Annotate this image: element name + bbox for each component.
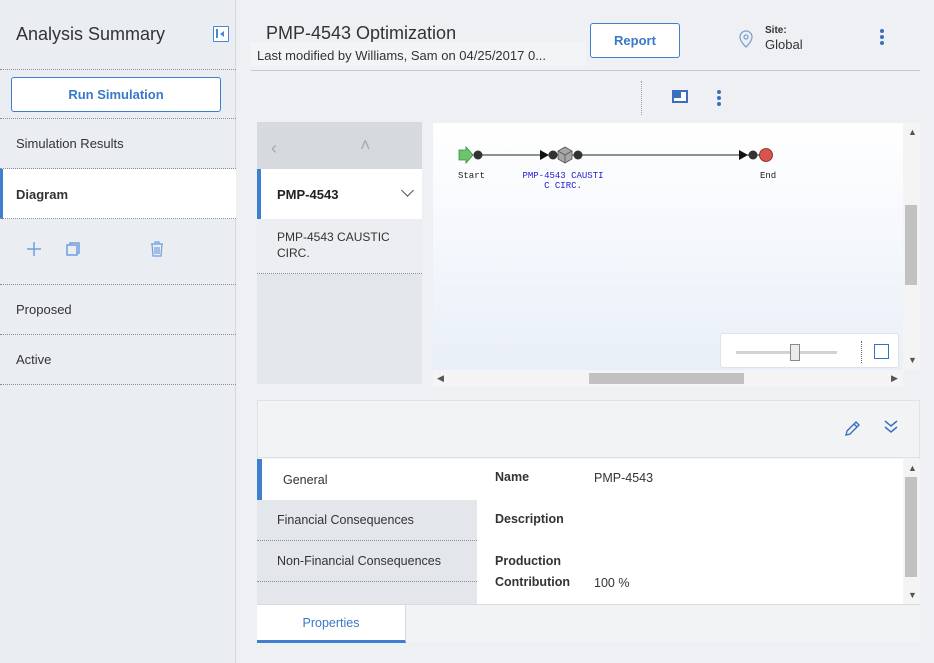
scroll-left-icon[interactable]: ◀ <box>437 373 444 384</box>
sidebar-item-diagram[interactable]: Diagram <box>0 169 236 219</box>
site-value: Global <box>765 37 803 52</box>
divider <box>861 341 862 363</box>
last-modified-text: Last modified by Williams, Sam on 04/25/… <box>251 42 586 66</box>
location-pin-icon <box>739 30 753 48</box>
divider <box>0 69 236 70</box>
diagram-vertical-scrollbar[interactable]: ▲ ▼ <box>903 123 920 370</box>
scroll-down-icon[interactable]: ▼ <box>908 590 917 600</box>
contribution-label: Contribution <box>495 575 570 589</box>
tree-item-selected[interactable]: PMP-4543 <box>257 169 422 219</box>
collapse-sidebar-icon[interactable] <box>213 26 229 42</box>
scroll-down-icon[interactable]: ▼ <box>908 355 917 365</box>
start-label: Start <box>458 171 485 181</box>
start-node[interactable] <box>458 145 483 165</box>
zoom-slider-handle[interactable] <box>790 344 800 361</box>
end-node[interactable] <box>739 148 773 162</box>
divider <box>641 81 642 115</box>
diagram-horizontal-scrollbar[interactable]: ◀ ▶ <box>433 370 903 387</box>
tree-item-label: PMP-4543 <box>277 186 339 202</box>
up-icon[interactable]: ˄ <box>360 135 371 156</box>
scroll-up-icon[interactable]: ▲ <box>908 463 917 473</box>
toolbar-more-icon[interactable] <box>717 90 721 108</box>
name-value: PMP-4543 <box>594 471 654 485</box>
bottom-tabs: Properties <box>257 604 920 643</box>
end-label: End <box>760 171 776 181</box>
zoom-slider-track[interactable] <box>736 351 837 354</box>
divider <box>0 218 236 219</box>
tree-nav: ‹ ˄ <box>257 122 422 169</box>
copy-icon[interactable] <box>64 241 82 259</box>
process-node-label-2: C CIRC. <box>544 181 582 191</box>
description-label: Description <box>495 512 564 526</box>
page-title: PMP-4543 Optimization <box>266 23 457 43</box>
scroll-thumb[interactable] <box>905 205 917 285</box>
tab-general[interactable]: General <box>257 459 477 500</box>
window-layout-icon[interactable] <box>672 90 688 103</box>
double-chevron-down-icon[interactable] <box>882 418 900 436</box>
name-label: Name <box>495 470 530 484</box>
production-label: Production <box>495 554 561 568</box>
tree-child-item[interactable]: PMP-4543 CAUSTIC CIRC. <box>257 219 422 274</box>
edit-pencil-icon[interactable] <box>843 420 861 438</box>
back-icon[interactable]: ‹ <box>271 138 277 159</box>
sidebar: Analysis Summary Run Simulation Simulati… <box>0 0 236 663</box>
tab-non-financial-consequences[interactable]: Non-Financial Consequences <box>257 541 477 582</box>
properties-header <box>257 400 920 458</box>
fit-to-screen-icon[interactable] <box>874 344 889 359</box>
tab-properties[interactable]: Properties <box>257 605 406 643</box>
header-more-icon[interactable] <box>880 29 884 47</box>
run-simulation-button[interactable]: Run Simulation <box>11 77 221 112</box>
add-icon[interactable] <box>25 241 43 259</box>
sidebar-item-simulation-results[interactable]: Simulation Results <box>0 118 236 168</box>
chevron-down-icon[interactable] <box>401 184 414 197</box>
scroll-right-icon[interactable]: ▶ <box>891 373 898 384</box>
scroll-up-icon[interactable]: ▲ <box>908 127 917 137</box>
sidebar-item-active[interactable]: Active <box>0 334 236 384</box>
scroll-thumb[interactable] <box>589 373 744 384</box>
process-node[interactable] <box>540 146 583 164</box>
report-button[interactable]: Report <box>590 23 680 58</box>
tree-panel: ‹ ˄ PMP-4543 PMP-4543 CAUSTIC CIRC. <box>257 122 422 384</box>
tab-financial-consequences[interactable]: Financial Consequences <box>257 500 477 541</box>
trash-icon[interactable] <box>148 241 166 259</box>
properties-content: Name PMP-4543 Description Production Con… <box>477 459 903 604</box>
divider <box>0 384 236 385</box>
sidebar-item-proposed[interactable]: Proposed <box>0 284 236 334</box>
zoom-control <box>720 333 899 368</box>
divider <box>251 70 920 71</box>
scroll-thumb[interactable] <box>905 477 917 577</box>
sidebar-title: Analysis Summary <box>16 24 166 44</box>
properties-scrollbar[interactable]: ▲ ▼ <box>903 459 920 604</box>
site-label: Site: <box>765 25 787 36</box>
process-node-label-1: PMP-4543 CAUSTI <box>522 171 603 181</box>
production-contribution-value: 100 % <box>594 576 630 590</box>
